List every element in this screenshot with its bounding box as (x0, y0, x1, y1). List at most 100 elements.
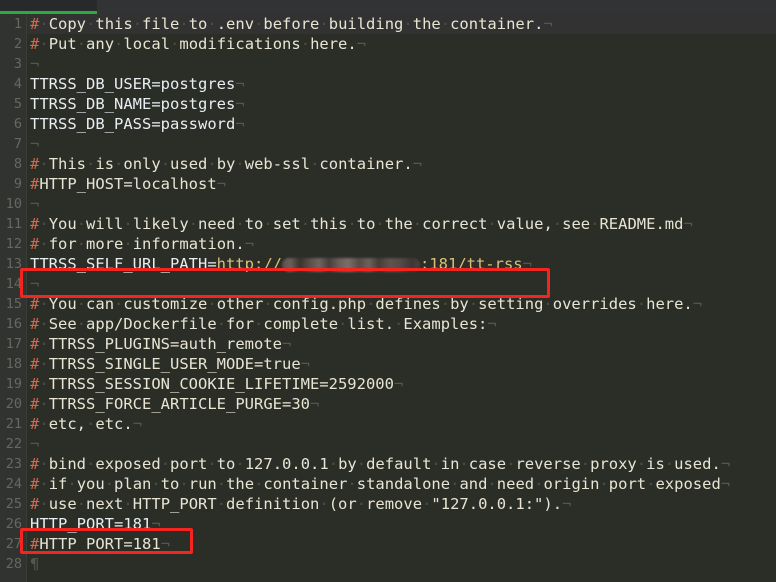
code-line[interactable]: 10 ¬ (0, 194, 776, 214)
code-token: · (636, 295, 647, 313)
code-line[interactable]: 13 TTRSS_SELF_URL_PATH=http://:181/tt-rss… (0, 254, 776, 274)
line-number: 15 (5, 296, 22, 312)
code-line[interactable]: 12 #·for·more·information.¬ (0, 234, 776, 254)
code-line[interactable]: 9 #HTTP_HOST=localhost¬ (0, 174, 776, 194)
code-token: · (347, 215, 357, 233)
line-number: 23 (5, 456, 22, 472)
code-token: = (207, 255, 217, 273)
line-number: 14 (5, 276, 22, 292)
tab-bar-empty-area (97, 0, 776, 14)
code-token: need (496, 475, 535, 493)
code-line[interactable]: 8 #·This·is·only·used·by·web-ssl·containe… (0, 154, 776, 174)
code-line[interactable]: 14 ¬ (0, 274, 776, 294)
code-token: = (114, 515, 124, 533)
code-token: ¬ (720, 475, 731, 493)
code-token: HTTP_PORT (30, 515, 114, 533)
code-line[interactable]: 26 HTTP_PORT=181¬ (0, 514, 776, 534)
code-token: only (123, 155, 161, 173)
code-token: the (412, 15, 441, 33)
line-text: ¶ (30, 554, 39, 574)
code-token: · (39, 15, 49, 33)
code-token: for (226, 315, 255, 333)
code-token: ¬ (30, 275, 40, 293)
code-line[interactable]: 27 #HTTP_PORT=181¬ (0, 534, 776, 554)
code-token: · (39, 375, 49, 393)
code-token: · (86, 415, 96, 433)
code-token: exposed (95, 455, 161, 473)
redacted-ip-address (281, 258, 420, 272)
code-line[interactable]: 16 #·See·app/Dockerfile·for·complete·list… (0, 314, 776, 334)
code-line[interactable]: 5 TTRSS_DB_NAME=postgres¬ (0, 94, 776, 114)
code-token: · (39, 155, 49, 173)
code-line[interactable]: 25 #·use·next·HTTP_PORT·definition·(or·re… (0, 494, 776, 514)
code-token: see (562, 215, 591, 233)
code-token: # (30, 315, 40, 333)
code-token: · (132, 15, 143, 33)
code-line[interactable]: 3 ¬ (0, 54, 776, 74)
code-editor[interactable]: 1 #·Copy·this·file·to·.env·before·buildin… (0, 14, 776, 582)
code-token: ¬ (300, 355, 310, 373)
line-text: #·use·next·HTTP_PORT·definition·(or·remo… (30, 494, 571, 514)
code-token: and (459, 475, 488, 493)
code-token: · (599, 475, 609, 493)
editor-tab-bar (0, 0, 776, 14)
code-token: port (170, 455, 208, 473)
code-line[interactable]: 11 #·You·will·likely·need·to·set·this·to·… (0, 214, 776, 234)
code-token: · (338, 315, 348, 333)
code-line[interactable]: 7 ¬ (0, 134, 776, 154)
editor-tab-active[interactable] (0, 0, 97, 14)
code-token: # (30, 335, 40, 353)
code-token: modifications (179, 35, 301, 53)
code-line[interactable]: 23 #·bind·exposed·port·to·127.0.0.1·by·de… (0, 454, 776, 474)
code-token: · (39, 495, 49, 513)
code-token: set (272, 215, 301, 233)
code-token: ¬ (412, 155, 423, 173)
code-token: can (86, 295, 115, 313)
code-token: 127.0.0.1 (244, 455, 329, 473)
code-line[interactable]: 20 #·TTRSS_FORCE_ARTICLE_PURGE=30¬ (0, 394, 776, 414)
code-line[interactable]: 2 #·Put·any·local·modifications·here.¬ (0, 34, 776, 54)
code-token: · (487, 215, 497, 233)
code-line[interactable]: 21 #·etc,·etc.¬ (0, 414, 776, 434)
code-token: config.php (272, 295, 367, 313)
code-token: need (198, 215, 236, 233)
code-token: · (216, 475, 227, 493)
code-line[interactable]: 19 #·TTRSS_SESSION_COOKIE_LIFETIME=259200… (0, 374, 776, 394)
code-token: # (30, 215, 40, 233)
line-number: 10 (5, 196, 22, 212)
code-token: here. (310, 35, 357, 53)
code-line[interactable]: 15 #·You·can·customize·other·config.php·d… (0, 294, 776, 314)
code-token: · (160, 155, 171, 173)
line-number: 1 (13, 16, 22, 32)
code-token: overrides (552, 295, 637, 313)
line-number: 19 (5, 376, 22, 392)
line-number: 9 (13, 176, 22, 192)
code-token: 181 (123, 515, 152, 533)
line-text: #·bind·exposed·port·to·127.0.0.1·by·defa… (30, 454, 730, 474)
line-number: 5 (13, 96, 22, 112)
code-line[interactable]: 22 ¬ (0, 434, 776, 454)
line-text: #·TTRSS_PLUGINS=auth_remote¬ (30, 334, 291, 354)
code-token: · (543, 295, 553, 313)
code-token: · (235, 215, 245, 233)
code-line[interactable]: 1 #·Copy·this·file·to·.env·before·buildin… (0, 14, 776, 34)
code-line[interactable]: 28 ¶ (0, 554, 776, 574)
code-token: · (39, 415, 49, 433)
code-line[interactable]: 6 TTRSS_DB_PASS=password¬ (0, 114, 776, 134)
code-token: local (123, 35, 171, 53)
line-number: 18 (5, 356, 22, 372)
line-text: #HTTP_PORT=181¬ (30, 534, 170, 554)
code-line[interactable]: 24 #·if·you·plan·to·run·the·container·sta… (0, 474, 776, 494)
code-token: port (608, 475, 647, 493)
code-line[interactable]: 4 TTRSS_DB_USER=postgres¬ (0, 74, 776, 94)
line-number: 12 (5, 236, 22, 252)
code-token: You (48, 295, 77, 313)
code-line[interactable]: 18 #·TTRSS_SINGLE_USER_MODE=true¬ (0, 354, 776, 374)
line-number: 17 (5, 336, 22, 352)
code-token: = (151, 95, 161, 113)
code-token: to (188, 15, 208, 33)
code-line[interactable]: 17 #·TTRSS_PLUGINS=auth_remote¬ (0, 334, 776, 354)
code-token: · (151, 475, 161, 493)
code-token: · (39, 235, 49, 253)
code-token: · (319, 15, 329, 33)
